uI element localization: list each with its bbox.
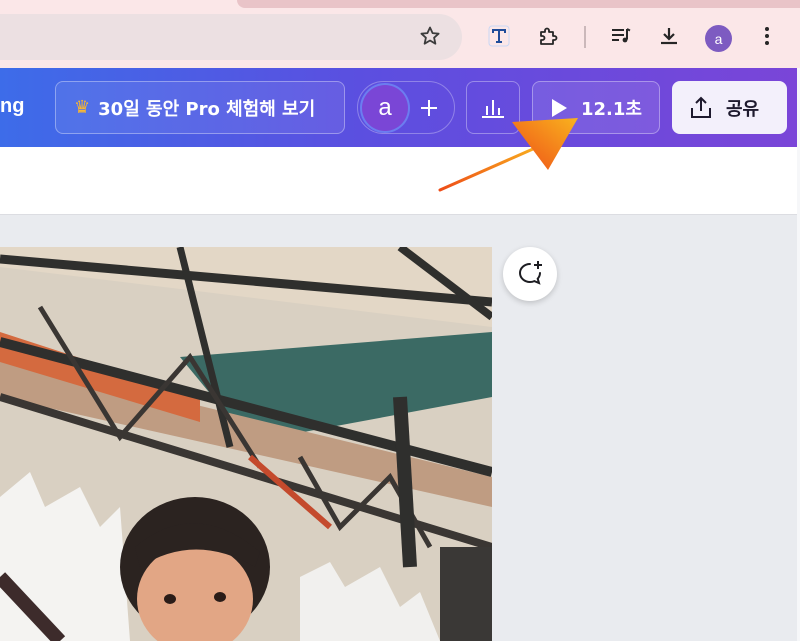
canvas-photo[interactable] <box>0 247 492 641</box>
share-upload-icon <box>691 96 711 118</box>
present-duration: 12.1초 <box>581 98 642 120</box>
add-collaborator-button[interactable] <box>406 85 452 131</box>
extensions-puzzle-icon[interactable] <box>535 23 561 49</box>
design-title-fragment[interactable]: ng <box>0 95 24 118</box>
bookmark-star-icon[interactable] <box>418 24 442 48</box>
toolbar-separator <box>584 26 586 48</box>
address-bar[interactable] <box>0 14 462 60</box>
download-icon[interactable] <box>656 23 682 49</box>
more-vert-icon[interactable] <box>754 23 780 49</box>
insights-button[interactable] <box>466 81 520 134</box>
present-button[interactable]: 12.1초 <box>532 81 660 134</box>
browser-toolbar: a <box>0 0 800 68</box>
add-comment-icon <box>519 261 542 285</box>
media-queue-icon[interactable] <box>608 23 634 49</box>
pro-trial-label: 30일 동안 Pro 체험해 보기 <box>98 98 316 120</box>
profile-avatar[interactable]: a <box>705 25 732 52</box>
pro-trial-button[interactable]: ♛ 30일 동안 Pro 체험해 보기 <box>55 81 345 134</box>
collaborator-avatar[interactable]: a <box>362 85 408 131</box>
crown-icon: ♛ <box>74 97 91 118</box>
text-extension-icon[interactable] <box>486 23 512 49</box>
plus-icon <box>421 100 437 116</box>
share-label: 공유 <box>726 98 760 120</box>
share-button[interactable]: 공유 <box>672 81 787 134</box>
context-toolbar <box>0 147 797 215</box>
bar-chart-icon <box>482 99 504 118</box>
tab-strip-edge <box>237 0 800 8</box>
add-comment-button[interactable] <box>503 247 557 301</box>
play-icon <box>552 98 567 117</box>
